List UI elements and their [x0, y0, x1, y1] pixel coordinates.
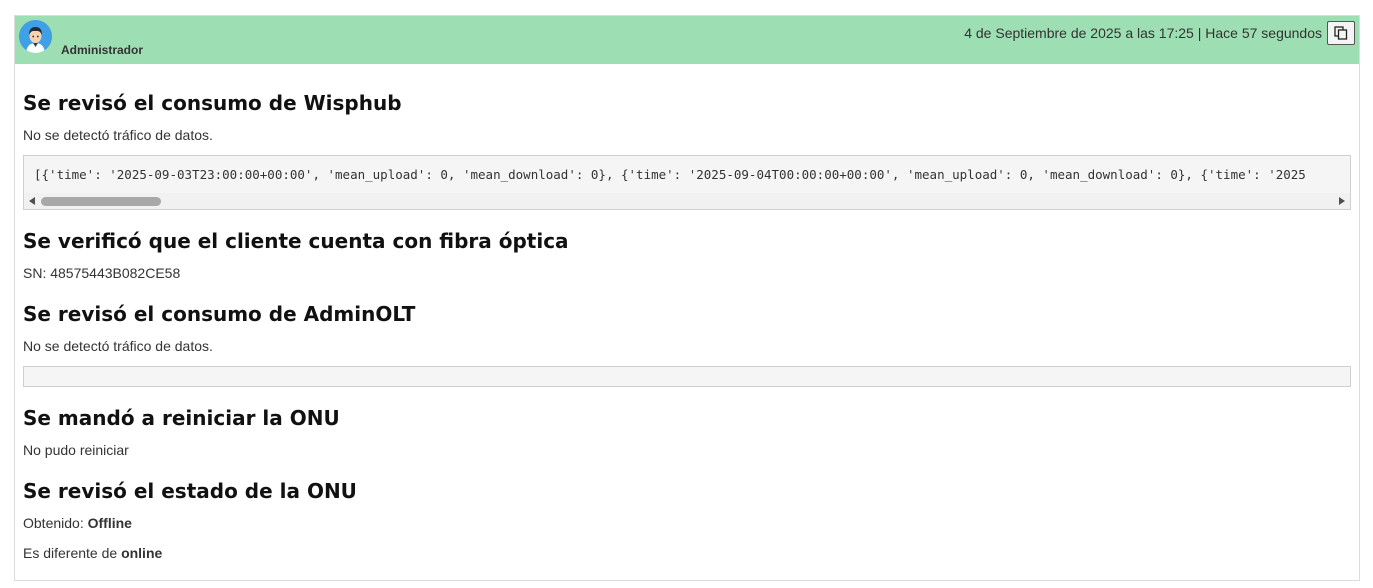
section-title-wisphub: Se revisó el consumo de Wisphub — [23, 91, 402, 115]
section-title-estado: Se revisó el estado de la ONU — [23, 479, 357, 503]
estado-obtained: Obtenido: Offline — [23, 515, 132, 531]
avatar — [19, 20, 52, 53]
section-text-reinicio: No pudo reiniciar — [23, 442, 129, 458]
section-text-fibra: SN: 48575443B082CE58 — [23, 265, 181, 281]
diff-label: Es diferente de — [23, 545, 118, 561]
obtained-label: Obtenido: — [23, 515, 84, 531]
scroll-right-icon[interactable] — [1339, 197, 1345, 205]
user-avatar-icon — [19, 20, 52, 53]
section-text-adminolt: No se detectó tráfico de datos. — [23, 338, 213, 354]
copy-icon — [1334, 26, 1348, 40]
copy-button[interactable] — [1327, 21, 1355, 45]
comment-header: Administrador 4 de Septiembre de 2025 a … — [15, 16, 1359, 64]
code-text: [{'time': '2025-09-03T23:00:00+00:00', '… — [34, 167, 1306, 182]
section-text-wisphub: No se detectó tráfico de datos. — [23, 127, 213, 143]
scrollbar-thumb[interactable] — [41, 197, 161, 206]
comment-card: Administrador 4 de Septiembre de 2025 a … — [14, 15, 1360, 581]
horizontal-scrollbar[interactable] — [24, 193, 1350, 209]
author-name: Administrador — [61, 43, 144, 57]
comment-timestamp: 4 de Septiembre de 2025 a las 17:25 | Ha… — [964, 25, 1322, 41]
diff-value: online — [121, 545, 163, 561]
scroll-left-icon[interactable] — [29, 197, 35, 205]
obtained-value: Offline — [87, 515, 132, 531]
section-title-adminolt: Se revisó el consumo de AdminOLT — [23, 302, 416, 326]
section-title-fibra: Se verificó que el cliente cuenta con fi… — [23, 229, 569, 253]
code-block-wisphub[interactable]: [{'time': '2025-09-03T23:00:00+00:00', '… — [23, 155, 1351, 210]
code-block-adminolt — [23, 366, 1351, 387]
estado-diff: Es diferente de online — [23, 545, 162, 561]
section-title-reinicio: Se mandó a reiniciar la ONU — [23, 406, 340, 430]
